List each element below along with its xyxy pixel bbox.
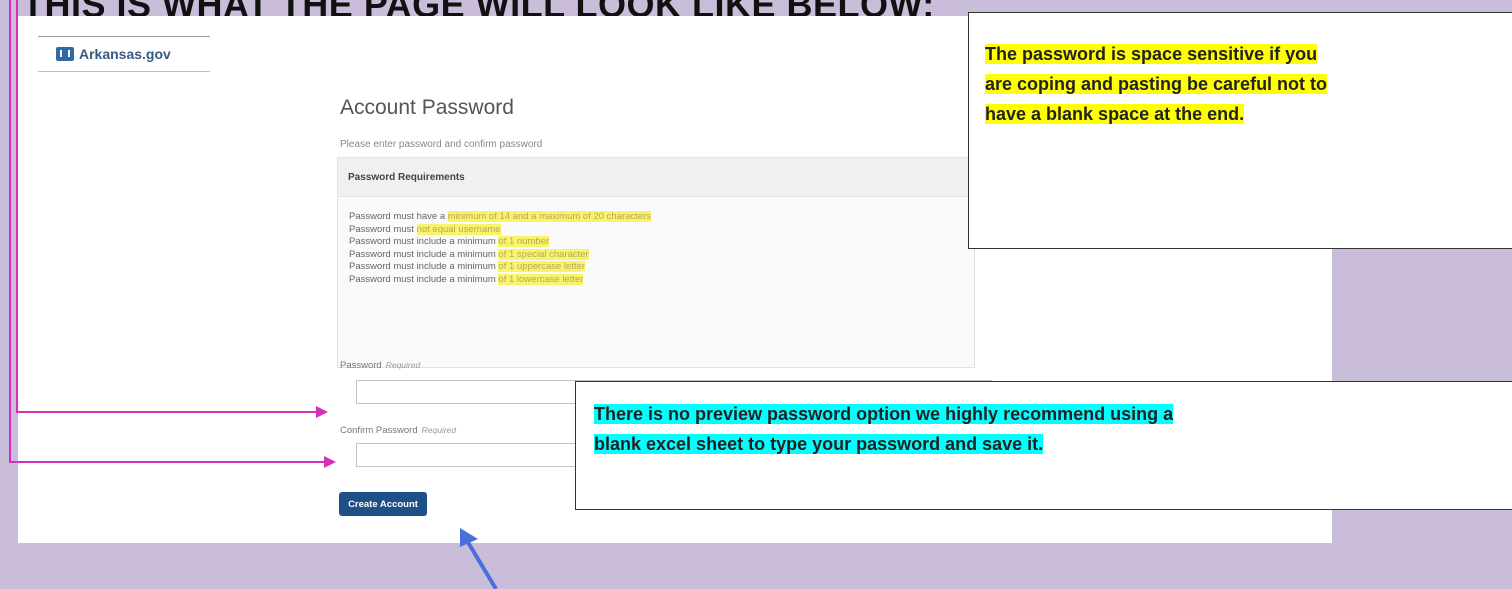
page-subtitle: Please enter password and confirm passwo…: [340, 139, 543, 150]
note-line: The password is space sensitive if you: [985, 44, 1318, 64]
requirement-item: Password must include a minimum of 1 upp…: [349, 261, 586, 273]
requirements-list: Password must have a minimum of 14 and a…: [338, 197, 974, 287]
logo-text: Arkansas.gov: [79, 46, 171, 62]
confirm-required-tag: Required: [421, 425, 457, 435]
requirement-item: Password must have a minimum of 14 and a…: [349, 211, 652, 222]
password-label: Password Required: [340, 360, 421, 371]
arrow-line-password: [16, 411, 316, 413]
arkansas-state-icon: [56, 47, 74, 61]
confirm-password-label: Confirm Password Required: [340, 425, 457, 436]
no-preview-note: There is no preview password option we h…: [575, 381, 1512, 510]
note-line: blank excel sheet to type your password …: [594, 434, 1044, 454]
requirements-heading: Password Requirements: [338, 158, 974, 197]
requirement-item: Password must include a minimum of 1 num…: [349, 236, 550, 248]
note-line: have a blank space at the end.: [985, 104, 1245, 124]
arrow-to-password-icon: [316, 406, 328, 418]
page-title: Account Password: [340, 96, 514, 119]
space-sensitive-note: The password is space sensitive if you a…: [968, 12, 1512, 249]
arrow-line-inner: [16, 0, 18, 412]
arrow-to-confirm-icon: [324, 456, 336, 468]
arrow-line-confirm: [9, 461, 324, 463]
requirement-item: Password must include a minimum of 1 low…: [349, 273, 584, 285]
arrow-line-outer: [9, 0, 11, 462]
password-requirements-box: Password Requirements Password must have…: [337, 157, 975, 368]
site-logo[interactable]: Arkansas.gov: [38, 36, 210, 72]
requirement-item: Password must include a minimum of 1 spe…: [349, 248, 589, 260]
note-line: are coping and pasting be careful not to: [985, 74, 1328, 94]
arrow-to-create-button-icon: [460, 528, 498, 589]
create-account-button[interactable]: Create Account: [339, 492, 427, 516]
note-line: There is no preview password option we h…: [594, 404, 1174, 424]
requirement-item: Password must not equal username: [349, 223, 501, 235]
password-required-tag: Required: [385, 360, 421, 370]
